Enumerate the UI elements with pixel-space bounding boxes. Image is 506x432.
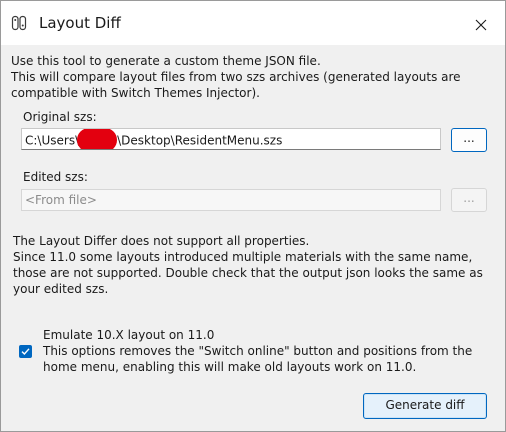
note-line: The Layout Differ does not support all p… — [13, 234, 310, 248]
switch-joycon-icon — [11, 15, 27, 31]
intro-line: Use this tool to generate a custom theme… — [11, 54, 321, 68]
emulate-checkbox-label[interactable]: Emulate 10.X layout on 11.0 — [43, 327, 214, 343]
original-path-suffix: \Desktop\ResidentMenu.szs — [117, 133, 283, 148]
original-szs-label: Original szs: — [23, 110, 97, 124]
close-icon — [475, 19, 487, 31]
browse-original-button[interactable]: ... — [451, 128, 487, 152]
checkmark-icon — [21, 348, 30, 356]
original-szs-input[interactable]: C:\Users\ \Desktop\ResidentMenu.szs — [21, 128, 441, 150]
intro-line: compatible with Switch Themes Injector). — [11, 86, 260, 100]
note-line: your edited szs. — [13, 282, 109, 296]
title-bar[interactable]: Layout Diff — [1, 1, 505, 45]
emulate-checkbox[interactable] — [19, 345, 32, 358]
intro-text: Use this tool to generate a custom theme… — [11, 53, 461, 101]
note-line: Since 11.0 some layouts introduced multi… — [13, 250, 473, 264]
emulate-description: This options removes the "Switch online"… — [43, 343, 472, 375]
limitations-note: The Layout Differ does not support all p… — [13, 233, 483, 297]
original-path-prefix: C:\Users\ — [25, 133, 80, 148]
redaction-mark — [77, 129, 118, 149]
window-title: Layout Diff — [39, 14, 121, 32]
dialog-body: Use this tool to generate a custom theme… — [1, 45, 505, 431]
close-button[interactable] — [459, 7, 503, 43]
generate-diff-button[interactable]: Generate diff — [363, 393, 487, 419]
browse-edited-button[interactable]: ... — [451, 188, 487, 212]
layout-diff-window: Layout Diff Use this tool to generate a … — [0, 0, 506, 432]
edited-szs-input[interactable]: <From file> — [21, 189, 441, 211]
emulate-description-line: home menu, enabling this will make old l… — [43, 360, 417, 374]
intro-line: This will compare layout files from two … — [11, 70, 461, 84]
note-line: those are not supported. Double check th… — [13, 266, 483, 280]
emulate-description-line: This options removes the "Switch online"… — [43, 344, 473, 358]
edited-szs-label: Edited szs: — [23, 170, 88, 184]
